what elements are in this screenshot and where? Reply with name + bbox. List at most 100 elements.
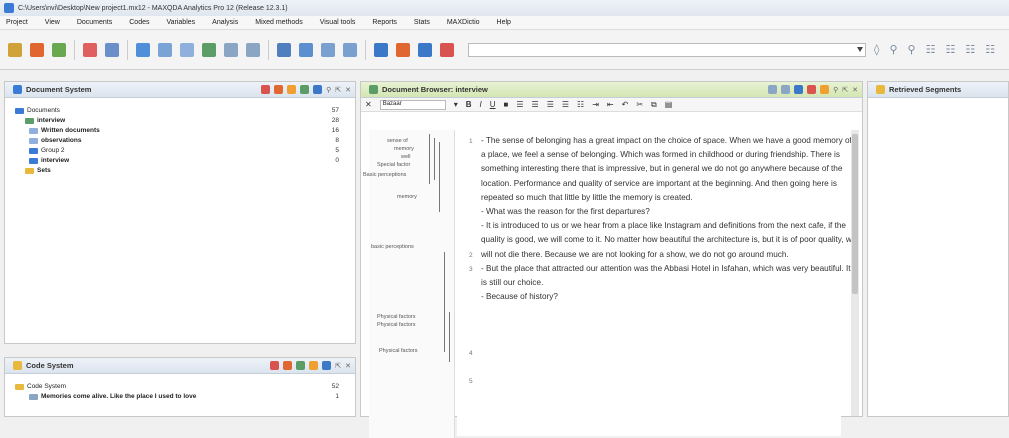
code-favorite-1-icon[interactable]: ☷	[926, 43, 936, 56]
tree-item-interview-group[interactable]: interview 0	[29, 156, 345, 165]
document-browser-toggle-icon[interactable]	[52, 42, 66, 57]
scrollbar-thumb[interactable]	[852, 134, 858, 294]
code-remove-icon[interactable]: ⚲	[908, 43, 916, 56]
search-icon[interactable]	[158, 42, 172, 57]
code-stripe-label[interactable]: Physical factors	[377, 314, 416, 320]
align-left-icon[interactable]: ☰	[516, 100, 523, 109]
document-portrait-icon[interactable]	[343, 42, 357, 57]
code-color-icon[interactable]	[283, 361, 293, 370]
menu-codes[interactable]: Codes	[129, 19, 149, 26]
lexical-search-icon[interactable]	[180, 42, 194, 57]
document-scrollbar[interactable]	[851, 130, 859, 416]
color-documents-icon[interactable]	[300, 85, 310, 94]
copy-icon[interactable]: ⧉	[651, 100, 657, 110]
code-stripe-label[interactable]: Physical factors	[377, 322, 416, 328]
menu-stats[interactable]: Stats	[414, 19, 430, 26]
menu-view[interactable]: View	[45, 19, 60, 26]
menu-analysis[interactable]: Analysis	[212, 19, 238, 26]
code-stripe-label[interactable]: sense of	[387, 138, 408, 144]
chevron-down-icon[interactable]: ▾	[454, 100, 458, 109]
export-icon[interactable]	[781, 85, 791, 94]
menu-help[interactable]: Help	[497, 19, 511, 26]
tree-item-interview[interactable]: interview 28	[25, 116, 345, 125]
document-text[interactable]: - The sense of belonging has a great imp…	[481, 134, 857, 304]
memo-icon[interactable]	[83, 42, 97, 57]
menu-reports[interactable]: Reports	[372, 19, 397, 26]
relations-icon[interactable]	[321, 42, 335, 57]
document-system-toggle-icon[interactable]	[8, 42, 22, 57]
code-stripe-label[interactable]: Basic perceptions	[363, 172, 406, 178]
indent-icon[interactable]: ⇥	[592, 100, 599, 109]
code-stripe-label[interactable]: memory	[397, 194, 417, 200]
new-code-icon[interactable]	[270, 361, 280, 370]
cut-icon[interactable]: ✂	[636, 100, 643, 109]
tree-item-code-system[interactable]: Code System 52	[15, 382, 345, 391]
tree-item-group-2[interactable]: Group 2 5	[29, 146, 345, 155]
code-stripe-label[interactable]: Physical factors	[379, 348, 418, 354]
code-activate-icon[interactable]	[309, 361, 319, 370]
undo-icon[interactable]: ↶	[622, 100, 629, 109]
print-icon[interactable]	[768, 85, 778, 94]
overview-icon[interactable]	[105, 42, 119, 57]
bold-button[interactable]: B	[466, 100, 472, 109]
menu-project[interactable]: Project	[6, 19, 28, 26]
undock-icon[interactable]: ⇱	[335, 86, 341, 94]
list-icon[interactable]	[246, 42, 260, 57]
menu-variables[interactable]: Variables	[166, 19, 195, 26]
code-stripe-label[interactable]: basic perceptions	[371, 244, 414, 250]
align-center-icon[interactable]: ☰	[532, 100, 539, 109]
close-document-icon[interactable]: ✕	[365, 100, 372, 109]
logbook-icon[interactable]	[440, 42, 454, 57]
close-panel-icon[interactable]: ✕	[345, 86, 351, 94]
table-icon[interactable]	[202, 42, 216, 57]
search-panel-icon[interactable]: ⚲	[326, 86, 331, 94]
tree-item-code[interactable]: Memories come alive. Like the place I us…	[29, 392, 345, 401]
document-paragraph[interactable]: - But the place that attracted our atten…	[481, 262, 857, 290]
italic-button[interactable]: I	[480, 100, 482, 109]
code-assign-icon[interactable]: ⚲	[889, 43, 897, 56]
highlight-icon[interactable]	[807, 85, 817, 94]
menu-documents[interactable]: Documents	[77, 19, 112, 26]
document-paragraph[interactable]: - Because of history?	[481, 290, 857, 304]
document-paragraph[interactable]: - It is introduced to us or we hear from…	[481, 219, 857, 262]
menu-visual-tools[interactable]: Visual tools	[320, 19, 356, 26]
summary-icon[interactable]	[418, 42, 432, 57]
undock-icon[interactable]: ⇱	[842, 86, 848, 94]
grid-icon[interactable]	[224, 42, 238, 57]
matrix-icon[interactable]	[299, 42, 313, 57]
color-code-icon[interactable]: ◊	[874, 43, 879, 56]
close-panel-icon[interactable]: ✕	[345, 362, 351, 370]
code-system-toggle-icon[interactable]	[30, 42, 44, 57]
import-icon[interactable]	[274, 85, 284, 94]
list-icon[interactable]: ☷	[577, 100, 584, 109]
new-document-icon[interactable]	[261, 85, 271, 94]
code-favorites-icon[interactable]	[296, 361, 306, 370]
code-selector-combo[interactable]	[468, 42, 866, 57]
underline-button[interactable]: U	[490, 100, 496, 109]
tree-item-documents[interactable]: Documents 57	[15, 106, 345, 115]
activate-documents-icon[interactable]	[287, 85, 297, 94]
outdent-icon[interactable]: ⇤	[607, 100, 614, 109]
document-paragraph[interactable]: - The sense of belonging has a great imp…	[481, 134, 857, 205]
code-favorite-4-icon[interactable]: ☷	[985, 43, 995, 56]
activate-icon[interactable]	[136, 42, 150, 57]
paste-icon[interactable]: ▤	[665, 100, 673, 109]
search-icon[interactable]: ⚲	[833, 86, 838, 94]
memo-documents-icon[interactable]	[313, 85, 323, 94]
tree-item-sets[interactable]: Sets	[25, 166, 345, 175]
memo-insert-icon[interactable]	[820, 85, 830, 94]
code-stripe-label[interactable]: Special factor	[377, 162, 410, 168]
document-paragraph[interactable]: - What was the reason for the first depa…	[481, 205, 857, 219]
edit-mode-icon[interactable]	[794, 85, 804, 94]
align-justify-icon[interactable]: ☰	[547, 100, 554, 109]
code-favorite-2-icon[interactable]: ☷	[945, 43, 955, 56]
code-favorite-3-icon[interactable]: ☷	[965, 43, 975, 56]
font-family-select[interactable]: Bazaar	[379, 99, 446, 110]
menu-mixed-methods[interactable]: Mixed methods	[255, 19, 302, 26]
text-color-icon[interactable]: ■	[504, 100, 509, 109]
code-stripe-label[interactable]: memory	[394, 146, 414, 152]
tree-item-written-documents[interactable]: Written documents 16	[29, 126, 345, 135]
stats-icon[interactable]	[374, 42, 388, 57]
close-panel-icon[interactable]: ✕	[852, 86, 858, 94]
align-right-icon[interactable]: ☰	[562, 100, 569, 109]
